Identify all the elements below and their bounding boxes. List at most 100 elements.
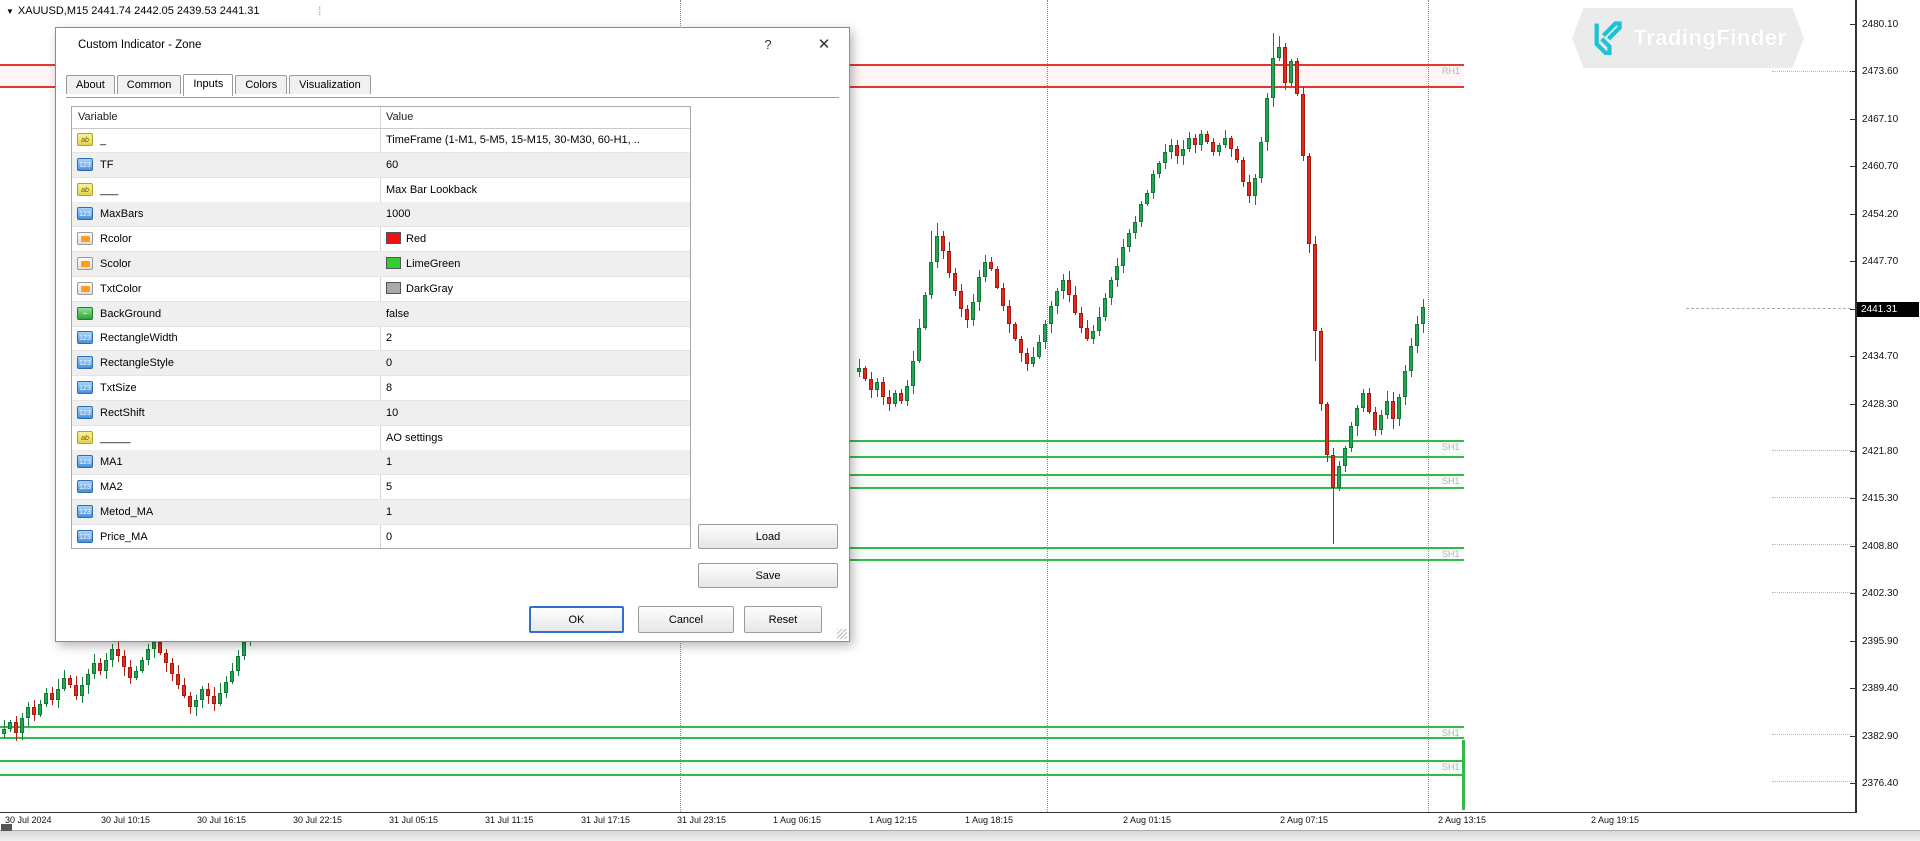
variable-name: ___: [100, 178, 118, 202]
input-row-Price_MA[interactable]: 123 Price_MA 0: [72, 525, 690, 549]
column-header-value: Value: [386, 111, 413, 123]
input-row-Scolor[interactable]: ScolorLimeGreen: [72, 252, 690, 277]
variable-value[interactable]: Max Bar Lookback: [386, 178, 688, 202]
time-tick-label: 31 Jul 17:15: [581, 815, 630, 825]
variable-name: Price_MA: [100, 525, 148, 549]
input-row-RectangleWidth[interactable]: 123 RectangleWidth 2: [72, 326, 690, 351]
reset-button[interactable]: Reset: [744, 606, 822, 633]
variable-value[interactable]: 0: [386, 351, 688, 375]
current-price-tag: 2441.31: [1857, 302, 1919, 317]
time-tick-label: 1 Aug 18:15: [965, 815, 1013, 825]
zone-leader-dots: [1772, 781, 1852, 782]
zone-label: SH1: [1442, 549, 1460, 559]
inputs-table-header: Variable Value: [72, 107, 690, 129]
input-row-_____[interactable]: ab_____AO settings: [72, 426, 690, 451]
variable-value[interactable]: DarkGray: [386, 277, 688, 301]
tab-colors[interactable]: Colors: [235, 75, 287, 94]
price-tick: [1850, 24, 1855, 25]
input-row-MA1[interactable]: 123MA11: [72, 450, 690, 475]
variable-value[interactable]: 1000: [386, 202, 688, 226]
input-row-Metod_MA[interactable]: 123Metod_MA1: [72, 500, 690, 525]
custom-indicator-dialog[interactable]: Custom Indicator - Zone ? ✕ AboutCommonI…: [55, 27, 850, 642]
bottom-scroll-strip[interactable]: [0, 830, 1920, 841]
price-tick-label: 2376.40: [1862, 778, 1898, 789]
input-row-TxtSize[interactable]: 123TxtSize8: [72, 376, 690, 401]
time-tick-label: 2 Aug 07:15: [1280, 815, 1328, 825]
price-tick: [1850, 783, 1855, 784]
input-row-BackGround[interactable]: ~BackGroundfalse: [72, 302, 690, 327]
tradingfinder-logo-icon: [1589, 21, 1623, 55]
variable-value[interactable]: 0: [386, 525, 688, 549]
zone-leader-dots: [1772, 592, 1852, 593]
number-type-icon: 123: [77, 530, 93, 543]
support-zone[interactable]: [0, 726, 1464, 738]
price-tick-label: 2434.70: [1862, 351, 1898, 362]
time-tick-label: 31 Jul 23:15: [677, 815, 726, 825]
save-button[interactable]: Save: [698, 563, 838, 588]
number-type-icon: 123: [77, 356, 93, 369]
help-button[interactable]: ?: [756, 34, 780, 56]
dialog-tabs: AboutCommonInputsColorsVisualization: [66, 73, 839, 98]
scroll-nub[interactable]: [1, 824, 12, 831]
input-row-TF[interactable]: 123TF60: [72, 153, 690, 178]
input-row-Rcolor[interactable]: RcolorRed: [72, 227, 690, 252]
tab-visualization[interactable]: Visualization: [289, 75, 371, 94]
variable-name: TF: [100, 153, 113, 177]
tradingfinder-logo-text: TradingFinder: [1633, 25, 1786, 51]
variable-value[interactable]: 1: [386, 500, 688, 524]
load-button[interactable]: Load: [698, 524, 838, 549]
zone-label: SH1: [1442, 762, 1460, 772]
price-tick: [1850, 688, 1855, 689]
zone-leader-dots: [1772, 450, 1852, 451]
variable-name: RectangleWidth: [100, 326, 178, 350]
ok-button[interactable]: OK: [529, 606, 624, 633]
colorx-type-icon: [77, 282, 93, 295]
input-row-RectShift[interactable]: 123RectShift10: [72, 401, 690, 426]
close-icon[interactable]: ✕: [812, 34, 836, 56]
variable-value[interactable]: LimeGreen: [386, 252, 688, 276]
cancel-button[interactable]: Cancel: [638, 606, 734, 633]
input-row-MA2[interactable]: 123MA25: [72, 475, 690, 500]
symbol-ohlc-readout[interactable]: ▼XAUUSD,M15 2441.74 2442.05 2439.53 2441…: [6, 5, 260, 17]
variable-value[interactable]: AO settings: [386, 426, 688, 450]
tab-common[interactable]: Common: [117, 75, 182, 94]
input-row-___[interactable]: ab___Max Bar Lookback: [72, 178, 690, 203]
resize-grip[interactable]: [837, 629, 847, 639]
variable-value[interactable]: 5: [386, 475, 688, 499]
price-tick-label: 2415.30: [1862, 493, 1898, 504]
variable-value[interactable]: 60: [386, 153, 688, 177]
zone-leader-dots: [1772, 497, 1852, 498]
zone-leader-dots: [1772, 734, 1852, 735]
number-type-icon: 123: [77, 331, 93, 344]
variable-name: RectangleStyle: [100, 351, 174, 375]
variable-value[interactable]: false: [386, 302, 688, 326]
variable-name: _____: [100, 426, 131, 450]
support-zone[interactable]: [0, 760, 1464, 776]
input-row-RectangleStyle[interactable]: 123 RectangleStyle 0: [72, 351, 690, 376]
drag-handle-icon[interactable]: ⁞: [318, 4, 321, 18]
price-tick: [1850, 593, 1855, 594]
chevron-down-icon[interactable]: ▼: [6, 7, 14, 16]
variable-value[interactable]: 1: [386, 450, 688, 474]
zone-label: SH1: [1442, 476, 1460, 486]
variable-name: MaxBars: [100, 202, 143, 226]
input-row-MaxBars[interactable]: 123 MaxBars 1000: [72, 202, 690, 227]
variable-value[interactable]: 2: [386, 326, 688, 350]
price-tick-label: 2382.90: [1862, 731, 1898, 742]
variable-value[interactable]: 8: [386, 376, 688, 400]
variable-name: RectShift: [100, 401, 145, 425]
price-tick-label: 2428.30: [1862, 399, 1898, 410]
tab-about[interactable]: About: [66, 75, 115, 94]
inputs-table[interactable]: Variable Value ab_TimeFrame (1-M1, 5-M5,…: [71, 106, 691, 549]
number-type-icon: 123: [77, 480, 93, 493]
input-row-TxtColor[interactable]: TxtColorDarkGray: [72, 277, 690, 302]
day-separator: [1428, 0, 1429, 812]
variable-value[interactable]: TimeFrame (1-M1, 5-M5, 15-M15, 30-M30, 6…: [386, 128, 688, 152]
tab-inputs[interactable]: Inputs: [183, 74, 233, 96]
variable-value[interactable]: 10: [386, 401, 688, 425]
dialog-titlebar[interactable]: Custom Indicator - Zone ? ✕: [56, 28, 849, 62]
number-type-icon: 123: [77, 207, 93, 220]
input-row-_[interactable]: ab_TimeFrame (1-M1, 5-M5, 15-M15, 30-M30…: [72, 128, 690, 153]
variable-value[interactable]: Red: [386, 227, 688, 251]
price-tick: [1850, 214, 1855, 215]
